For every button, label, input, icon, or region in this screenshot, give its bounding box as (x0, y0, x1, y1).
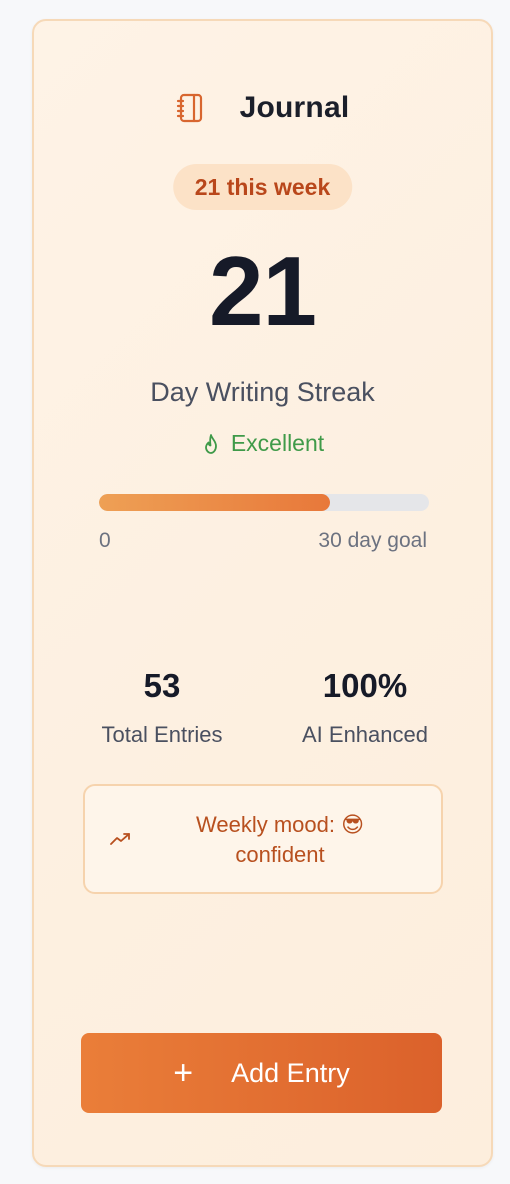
progress-goal-label: 30 day goal (318, 529, 427, 552)
weekly-count-badge: 21 this week (172, 164, 353, 210)
weekly-mood-line: Weekly mood: 😎 (195, 812, 365, 837)
trending-up-icon (110, 830, 132, 848)
stat-total-entries: 53 Total Entries (72, 666, 252, 748)
weekly-mood-value: confident (235, 842, 325, 867)
stat-value: 100% (322, 667, 408, 704)
stat-label: AI Enhanced (302, 722, 428, 747)
streak-number: 21 (208, 236, 317, 346)
stat-value: 53 (143, 667, 181, 704)
weekly-mood-box: Weekly mood: 😎 confident (83, 784, 443, 894)
stat-ai-enhanced: 100% AI Enhanced (275, 666, 455, 748)
streak-progress-bar (99, 494, 429, 511)
streak-label: Day Writing Streak (150, 377, 375, 407)
card-title: Journal (239, 91, 350, 124)
streak-progress-fill (99, 494, 330, 511)
notebook-icon (176, 93, 204, 123)
progress-min-label: 0 (99, 529, 111, 552)
status-label: Excellent (230, 430, 325, 456)
journal-card: Journal 21 this week 21 Day Writing Stre… (32, 19, 493, 1167)
add-entry-button[interactable]: + Add Entry (81, 1033, 442, 1113)
card-header: Journal (34, 91, 491, 125)
flame-icon (201, 433, 221, 455)
weekly-mood-text: Weekly mood: 😎 confident (165, 810, 395, 870)
streak-status: Excellent (34, 430, 491, 457)
stat-label: Total Entries (101, 722, 223, 747)
plus-icon: + (173, 1054, 194, 1092)
add-entry-label: Add Entry (231, 1057, 350, 1088)
